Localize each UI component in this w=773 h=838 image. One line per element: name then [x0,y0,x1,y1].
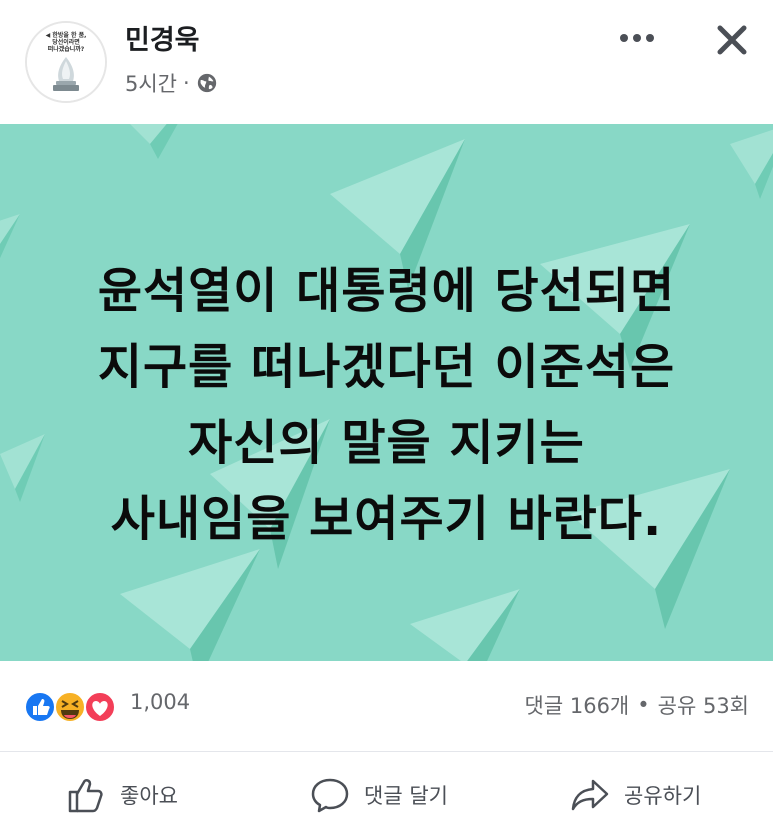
post-stats: 1,004 댓글 166개 • 공유 53회 [0,661,773,743]
comment-button[interactable]: 댓글 달기 [310,752,448,838]
share-count[interactable]: 공유 53회 [658,690,749,720]
comment-label: 댓글 달기 [364,784,448,808]
avatar-caption-line: ◀ 한방을 한 품, [45,32,87,39]
author-name[interactable]: 민경욱 [125,18,200,57]
comment-share-counts: 댓글 166개 • 공유 53회 [525,690,749,720]
stats-separator: • [637,693,650,717]
reaction-icons[interactable] [24,689,124,725]
post-image-text: 윤석열이 대통령에 당선되면 지구를 떠나겠다던 이준석은 자신의 말을 지키는… [0,253,773,557]
reaction-count[interactable]: 1,004 [130,690,190,714]
globe-icon [197,73,216,93]
avatar-caption-line: 떠나겠습니까? [47,46,85,53]
meta-separator: · [183,71,190,95]
love-icon [84,691,116,723]
post-actions: 좋아요 댓글 달기 공유하기 [0,751,773,838]
more-options-button[interactable] [612,22,662,54]
avatar[interactable]: ◀ 한방을 한 품, 당선이라면 떠나겠습니까? [25,21,107,103]
share-label: 공유하기 [624,784,702,808]
post-meta: 5시간 · [125,68,218,98]
image-text-line: 자신의 말을 지키는 [188,415,585,471]
close-button[interactable] [708,16,756,64]
like-icon [24,691,56,723]
close-icon [717,25,747,55]
post-image[interactable]: 윤석열이 대통령에 당선되면 지구를 떠나겠다던 이준석은 자신의 말을 지키는… [0,124,773,661]
avatar-caption-line: 당선이라면 [52,39,80,46]
more-icon [620,34,654,42]
share-button[interactable]: 공유하기 [570,752,701,838]
post-time[interactable]: 5시간 [125,68,177,98]
share-arrow-icon [571,779,609,811]
image-text-line: 지구를 떠나겠다던 이준석은 [97,339,676,395]
image-text-line: 윤석열이 대통령에 당선되면 [97,263,676,319]
comment-count[interactable]: 댓글 166개 [525,690,630,720]
image-text-line: 사내임을 보여주기 바란다. [110,491,663,547]
post-header: ◀ 한방을 한 품, 당선이라면 떠나겠습니까? 민경욱 5시간 · [0,0,773,124]
comment-bubble-icon [311,778,349,813]
like-button[interactable]: 좋아요 [66,752,178,838]
like-label: 좋아요 [120,784,178,808]
thumbs-up-icon [68,779,103,813]
avatar-caption: ◀ 한방을 한 품, 당선이라면 떠나겠습니까? [35,32,97,53]
haha-icon [54,691,86,723]
